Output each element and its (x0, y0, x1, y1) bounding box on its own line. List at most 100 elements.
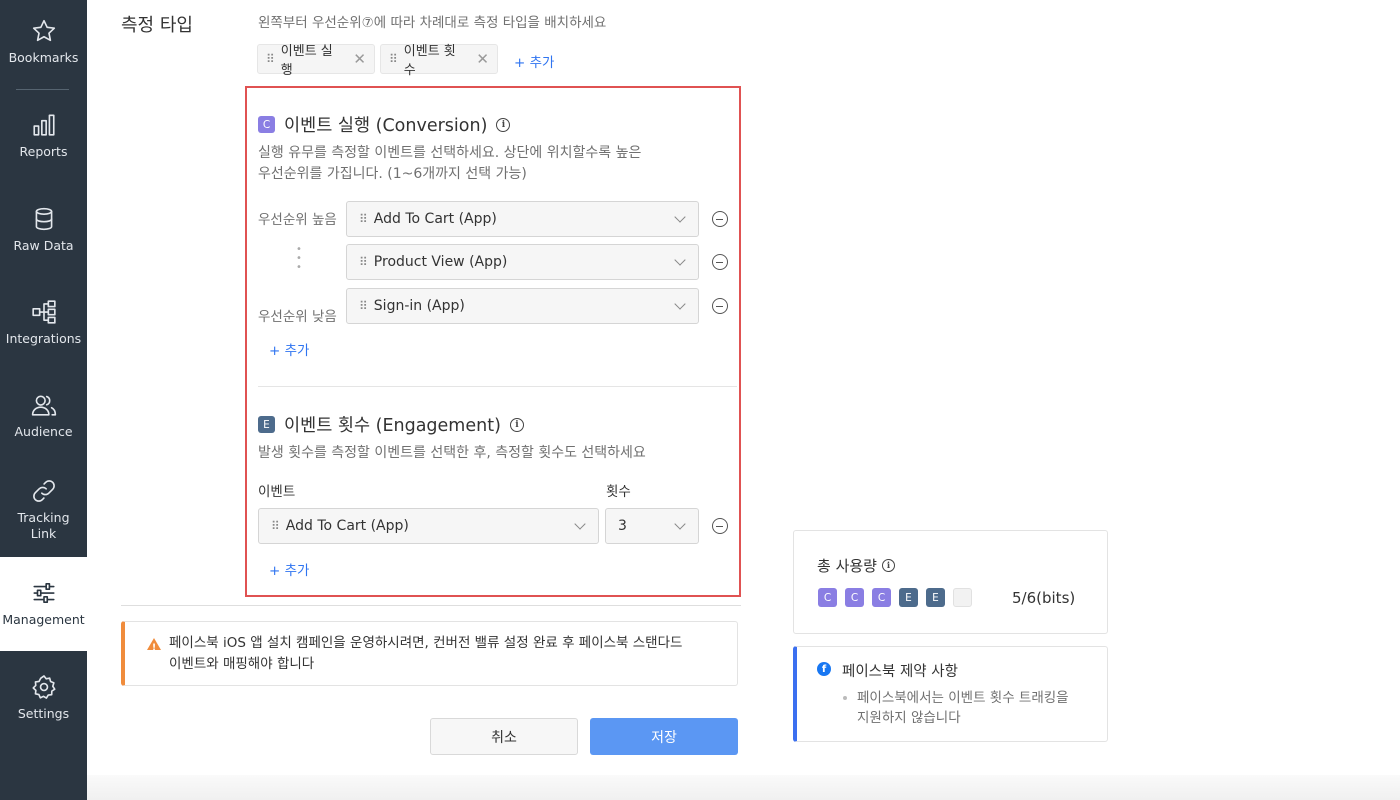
sidebar-item-integrations[interactable]: Integrations (0, 299, 87, 347)
sidebar-item-label: Tracking Link (17, 510, 70, 541)
facebook-note: 페이스북에서는 이벤트 횟수 트래킹을 지원하지 않습니다 (857, 688, 1069, 728)
drag-handle-icon[interactable]: ⠿ (359, 256, 368, 268)
chevron-down-icon (674, 298, 686, 310)
sidebar-divider (16, 89, 69, 90)
usage-value: 5/6(bits) (1012, 589, 1076, 607)
sliders-icon (32, 582, 55, 604)
usage-title: 총 사용량 (817, 557, 877, 575)
engagement-description: 발생 횟수를 측정할 이벤트를 선택한 후, 측정할 횟수도 선택하세요 (258, 445, 646, 461)
drag-handle-icon[interactable]: ⠿ (359, 300, 368, 312)
sidebar-item-audience[interactable]: Audience (0, 392, 87, 440)
facebook-constraints-card: f 페이스북 제약 사항 페이스북에서는 이벤트 횟수 트래킹을 지원하지 않습… (793, 646, 1108, 742)
facebook-icon: f (817, 662, 831, 676)
facebook-title: 페이스북 제약 사항 (842, 664, 958, 680)
add-conversion-event-button[interactable]: + 추가 (269, 339, 309, 359)
drag-handle-icon[interactable]: ⠿ (266, 53, 275, 65)
desc-line: 실행 유무를 측정할 이벤트를 선택하세요. 상단에 위치할수록 높은 (258, 145, 642, 161)
remove-event-icon[interactable] (711, 518, 728, 534)
sidebar-item-label: Integrations (5, 331, 82, 346)
sidebar-item-label: Reports (19, 144, 68, 159)
link-icon (32, 480, 55, 502)
usage-bit: C (845, 588, 864, 607)
main-content: 측정 타입 왼쪽부터 우선순위⑦에 따라 차례대로 측정 타입을 배치하세요 ⠿… (87, 0, 1400, 800)
remove-event-icon[interactable] (711, 298, 728, 314)
sidebar-item-bookmarks[interactable]: Bookmarks (0, 18, 87, 66)
sidebar-item-label: Management (2, 612, 85, 627)
engagement-heading: E 이벤트 횟수 (Engagement) i (258, 412, 524, 437)
measure-chip-engagement[interactable]: ⠿ 이벤트 횟수 ✕ (380, 44, 498, 78)
note-line: 페이스북에서는 이벤트 횟수 트래킹을 (857, 690, 1069, 706)
star-icon (32, 19, 55, 42)
engagement-event-select[interactable]: ⠿ Add To Cart (App) (258, 508, 599, 544)
note-line: 지원하지 않습니다 (857, 710, 961, 726)
warning-box: 페이스북 iOS 앱 설치 캠페인을 운영하시려면, 컨버전 밸류 설정 완료 … (121, 621, 738, 686)
sidebar-item-settings[interactable]: Settings (0, 674, 87, 722)
conversion-description: 실행 유무를 측정할 이벤트를 선택하세요. 상단에 위치할수록 높은 우선순위… (258, 143, 718, 185)
select-value: 3 (618, 518, 627, 534)
chevron-down-icon (674, 254, 686, 266)
sidebar-item-label: Settings (17, 706, 70, 721)
measure-type-hint: 왼쪽부터 우선순위⑦에 따라 차례대로 측정 타입을 배치하세요 (258, 15, 607, 31)
form-divider (121, 605, 741, 606)
chevron-down-icon (574, 518, 586, 530)
count-column-label: 횟수 (606, 484, 631, 500)
drag-handle-icon[interactable]: ⠿ (389, 53, 398, 65)
bottom-bar (87, 775, 1400, 800)
warning-text: 이벤트와 매핑해야 합니다 (169, 656, 315, 672)
add-measure-type-button[interactable]: + 추가 (514, 51, 554, 71)
chevron-down-icon (674, 518, 686, 530)
info-icon[interactable]: i (881, 559, 895, 572)
measure-type-title: 측정 타입 (121, 15, 193, 36)
usage-card: 총 사용량 i C C C E E 5/6(bits) (793, 530, 1108, 634)
sidebar-item-reports[interactable]: Reports (0, 112, 87, 160)
sidebar: Bookmarks Reports Raw Data Integrations … (0, 0, 87, 800)
drag-handle-icon[interactable]: ⠿ (359, 213, 368, 225)
sidebar-item-management[interactable]: Management (0, 557, 87, 651)
chip-label: 이벤트 실행 (280, 44, 333, 78)
integrations-icon (31, 300, 56, 324)
bullet-icon (843, 696, 847, 700)
conversion-heading: C 이벤트 실행 (Conversion) i (258, 112, 511, 137)
chip-label: 이벤트 횟수 (403, 44, 456, 78)
measure-settings-panel: C 이벤트 실행 (Conversion) i 실행 유무를 측정할 이벤트를 … (245, 86, 741, 597)
close-icon[interactable]: ✕ (353, 50, 366, 68)
bar-chart-icon (32, 114, 55, 136)
conversion-event-select-3[interactable]: ⠿ Sign-in (App) (346, 288, 699, 324)
sidebar-item-tracking-link[interactable]: Tracking Link (0, 478, 87, 542)
remove-event-icon[interactable] (711, 254, 728, 270)
usage-title-row: 총 사용량 i (817, 555, 895, 576)
usage-bit: E (926, 588, 945, 607)
usage-bit (953, 588, 972, 607)
gear-icon (31, 675, 56, 699)
engagement-count-select[interactable]: 3 (605, 508, 699, 544)
measure-chip-conversion[interactable]: ⠿ 이벤트 실행 ✕ (257, 44, 375, 78)
info-icon[interactable]: i (509, 417, 524, 432)
drag-handle-icon[interactable]: ⠿ (271, 520, 280, 532)
conversion-event-select-1[interactable]: ⠿ Add To Cart (App) (346, 201, 699, 237)
cancel-button[interactable]: 취소 (430, 718, 578, 755)
usage-bit: E (899, 588, 918, 607)
warning-icon (147, 638, 161, 659)
engagement-title: 이벤트 횟수 (Engagement) (284, 416, 501, 436)
engagement-badge: E (258, 416, 275, 433)
remove-event-icon[interactable] (711, 211, 728, 227)
conversion-badge: C (258, 116, 275, 133)
info-icon[interactable]: i (496, 117, 511, 132)
usage-bit: C (872, 588, 891, 607)
priority-dots-icon: • • • (296, 244, 302, 273)
close-icon[interactable]: ✕ (476, 50, 489, 68)
priority-high-label: 우선순위 높음 (258, 212, 337, 228)
sidebar-item-label: Bookmarks (8, 50, 79, 65)
event-column-label: 이벤트 (258, 484, 296, 500)
sidebar-item-raw-data[interactable]: Raw Data (0, 206, 87, 254)
priority-low-label: 우선순위 낮음 (258, 309, 337, 325)
usage-bits: C C C E E (818, 588, 980, 607)
desc-line: 우선순위를 가집니다. (1~6개까지 선택 가능) (258, 166, 527, 182)
select-value: Product View (App) (373, 254, 508, 270)
conversion-event-select-2[interactable]: ⠿ Product View (App) (346, 244, 699, 280)
sidebar-item-label: Audience (14, 424, 73, 439)
database-icon (35, 207, 52, 231)
add-engagement-event-button[interactable]: + 추가 (269, 559, 309, 579)
users-icon (31, 395, 56, 416)
save-button[interactable]: 저장 (590, 718, 738, 755)
